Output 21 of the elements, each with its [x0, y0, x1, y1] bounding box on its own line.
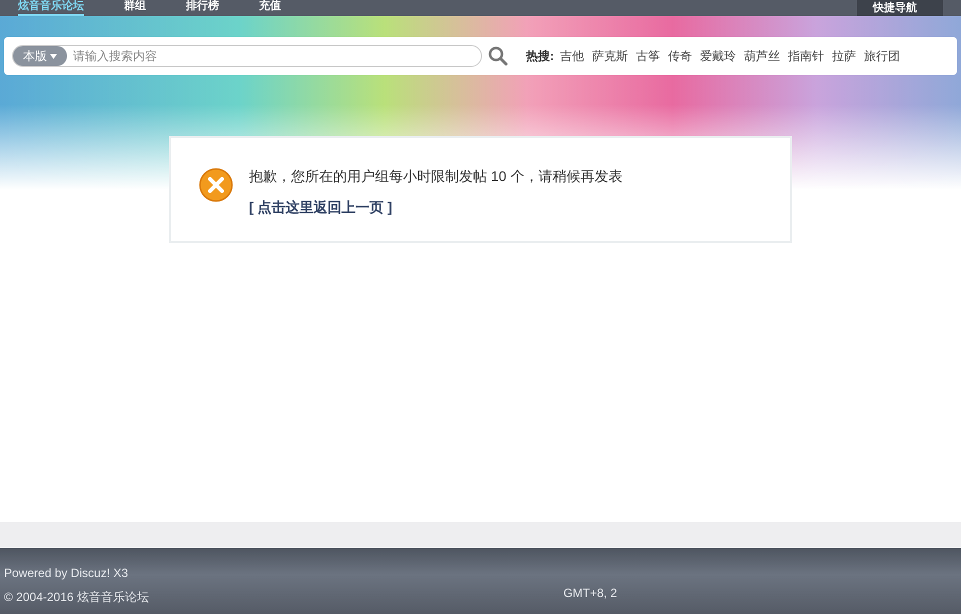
hot-search-link[interactable]: 传奇 — [668, 47, 692, 65]
back-link[interactable]: [ 点击这里返回上一页 ] — [249, 197, 622, 218]
nav-tab[interactable]: 群组 — [124, 0, 146, 16]
hot-search-link[interactable]: 吉他 — [560, 47, 584, 65]
search-input[interactable]: 请输入搜索内容 — [73, 47, 481, 65]
powered-by-text: Powered by Discuz! X3 — [4, 565, 130, 582]
hot-search-link[interactable]: 古筝 — [636, 47, 660, 65]
hot-search-link[interactable]: 旅行团 — [864, 47, 900, 65]
search-icon[interactable] — [488, 46, 508, 66]
hot-search-link[interactable]: 爱戴玲 — [700, 47, 736, 65]
time-text: GMT+8, 2 — [563, 585, 617, 602]
quick-nav-button[interactable]: 快捷导航 — [857, 0, 943, 16]
copyright-text: © 2004-2016 炫音音乐论坛 — [4, 589, 149, 606]
hot-search-link[interactable]: 拉萨 — [832, 47, 856, 65]
hot-search-link[interactable]: 指南针 — [788, 47, 824, 65]
hot-search-link[interactable]: 葫芦丝 — [744, 47, 780, 65]
hot-search-link[interactable]: 萨克斯 — [592, 47, 628, 65]
hot-search-label: 热搜: — [526, 48, 554, 65]
error-icon — [199, 168, 233, 202]
error-message: 抱歉，您所在的用户组每小时限制发帖 10 个，请稍候再发表 — [249, 167, 622, 186]
caret-icon — [50, 54, 57, 58]
